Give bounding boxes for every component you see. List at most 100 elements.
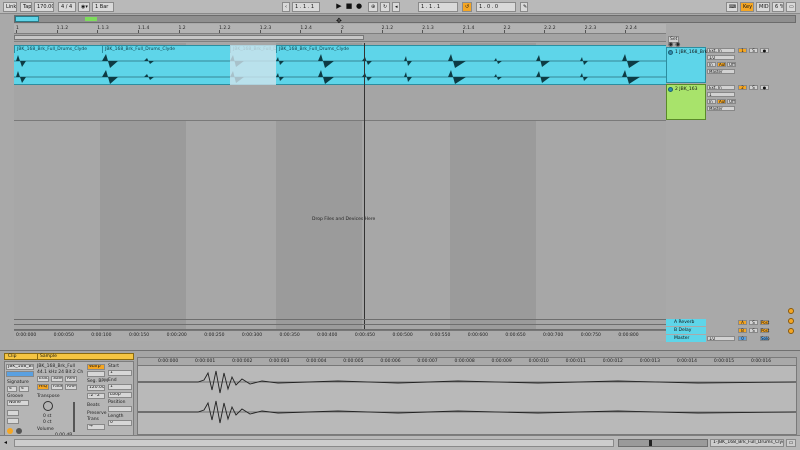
clip-name-field[interactable]: JBK_168_Br [6,364,34,370]
tempo-field[interactable]: 170.00 [34,2,54,12]
time-signature-field[interactable]: 4 / 4 [58,2,76,12]
reenable-automation-icon[interactable]: ◂ [392,2,400,12]
time-selection[interactable] [230,45,276,85]
loop-switch-icon[interactable]: ↺ [462,2,472,12]
save-button[interactable]: Save [51,376,63,382]
detail-overview[interactable] [618,439,708,447]
return-a-solo[interactable]: S [749,320,758,325]
track-2-activator[interactable]: 2 [738,85,747,90]
position-field[interactable] [108,406,132,412]
loop-length-field[interactable]: 1 . 0 . 0 [476,2,516,12]
start-field[interactable]: 1 [108,370,132,376]
track-2-monitor-off[interactable]: Off [727,99,736,104]
midi-track-icon[interactable]: ▭ [786,439,796,447]
track-1-output[interactable]: Master [707,69,735,74]
track-1-monitor-off[interactable]: Off [727,62,736,67]
groove-chooser[interactable]: None [7,400,29,406]
track-2-output[interactable]: Master [707,106,735,111]
master-activator[interactable]: 0 [738,336,747,341]
commit-button[interactable] [7,410,19,416]
beats-label[interactable]: Beats [87,403,100,408]
arrangement-overview[interactable] [14,15,796,23]
arrangement-view[interactable]: JBK_168_Brk_Full_Drums_Clyde JBK_168_Brk… [14,43,666,341]
signature-denominator[interactable]: 4 [19,386,29,392]
return-b-solo[interactable]: S [749,328,758,333]
metronome-button[interactable]: ◉▾ [78,2,90,12]
track-2-input-type[interactable]: Ext. In [707,85,735,90]
track-1-name[interactable]: 1 JBK_168_Brk [675,50,707,55]
track-2-solo[interactable]: S [749,85,758,90]
end-field[interactable]: 1 [108,384,132,390]
track-1-header[interactable]: 1 JBK_168_Brk [666,47,707,83]
detune-value[interactable]: 0 ct [43,420,52,425]
return-b-lane[interactable] [14,324,666,325]
overview-selection[interactable] [15,16,39,22]
key-map-button[interactable]: Key [740,2,754,12]
link-button[interactable]: Link [3,2,17,12]
computer-keyboard-icon[interactable]: ⌨ [726,2,738,12]
track-2-arm-icon[interactable] [668,87,673,92]
launch-button[interactable] [7,418,19,424]
master-cue-out[interactable]: 1/2 [707,336,735,341]
sample-tab[interactable]: Sample [37,353,134,360]
sample-time-ruler[interactable]: 0:00:000 0:00:001 0:00:002 0:00:003 0:00:004… [138,358,796,366]
audio-track-1-lane[interactable]: JBK_168_Brk_Full_Drums_Clyde JBK_168_Brk… [14,45,666,85]
return-a-header[interactable]: A Reverb [666,319,706,326]
hiq-button[interactable]: HiQ [37,384,49,390]
loop-start-field[interactable]: 1 . 1 . 1 [418,2,458,12]
collapse-triangle-icon[interactable]: ◂ [4,439,12,446]
track-1-arm-icon[interactable] [668,50,673,55]
arrangement-position-back-icon[interactable]: ‹ [282,2,290,12]
warp-button[interactable]: Warp [87,364,105,370]
tap-button[interactable]: Tap [20,2,32,12]
master-header[interactable]: Master [666,335,706,342]
track-1-arm[interactable]: ● [760,48,769,53]
fade-button[interactable]: Fade [51,384,63,390]
mixer-toggle-icon[interactable] [788,328,794,334]
automation-arm-icon[interactable]: ↻ [380,2,390,12]
midi-map-button[interactable]: MIDI [756,2,770,12]
sends-toggle-icon[interactable] [788,318,794,324]
record-icon[interactable]: ● [354,2,364,12]
track-2-header[interactable]: 2 JBK_163 [666,84,706,120]
track-1-monitor-auto[interactable]: Auto [717,62,726,67]
return-a-post[interactable]: Post [760,320,769,325]
track-1-input-channel[interactable]: 1/2 [707,55,735,60]
track-2-arm[interactable]: ● [760,85,769,90]
clip-activator-icon[interactable] [7,428,13,434]
return-b-post[interactable]: Post [760,328,769,333]
detail-overview-selection[interactable] [649,440,652,446]
io-toggle-icon[interactable] [788,308,794,314]
clip-tab[interactable]: Clip [4,353,38,360]
trans-label[interactable]: Trans [87,417,99,422]
tempo-scale-buttons[interactable]: :2 *2 [87,393,105,399]
return-b-header[interactable]: B Delay [666,327,706,334]
length-field[interactable]: 0 [108,420,132,426]
track-1-solo[interactable]: S [749,48,758,53]
sample-waveform-editor[interactable]: 0:00:000 0:00:001 0:00:002 0:00:003 0:00:004… [137,357,797,435]
transpose-knob[interactable] [43,401,53,411]
rev-button[interactable]: Rev [65,376,77,382]
time-ruler[interactable]: 0:00:000 0:00:050 0:00:100 0:00:150 0:00:200… [14,330,666,341]
master-solo-cue[interactable]: Solo [760,336,770,341]
loop-bar[interactable] [14,34,666,42]
warp-marker-field[interactable] [87,371,105,377]
transpose-value[interactable]: 0 st [43,414,51,419]
return-a-lane[interactable] [14,319,666,320]
seg-bpm-field[interactable]: 120.00 [87,385,105,391]
overdub-icon[interactable]: ⊕ [368,2,378,12]
clip-title[interactable]: JBK_168_Brk_Full_Drums_Clyde [14,46,102,53]
insert-marker[interactable] [364,43,365,341]
play-icon[interactable]: ▶ [334,2,344,12]
arrangement-position-field[interactable]: 1 . 1 . 1 [292,2,320,12]
volume-slider[interactable] [73,402,75,432]
track-2-name[interactable]: 2 JBK_163 [675,87,698,92]
track-1-input-type[interactable]: Ext. In [707,48,735,53]
loop-mode-field[interactable]: → [87,424,105,430]
loop-button[interactable]: Loop [108,392,132,398]
draw-mode-icon[interactable]: ✎ [520,2,528,12]
track-1-activator[interactable]: 1 [738,48,747,53]
loop-brace[interactable] [14,35,364,40]
track-1-monitor-in[interactable]: In [707,62,716,67]
signature-numerator[interactable]: 4 [7,386,17,392]
